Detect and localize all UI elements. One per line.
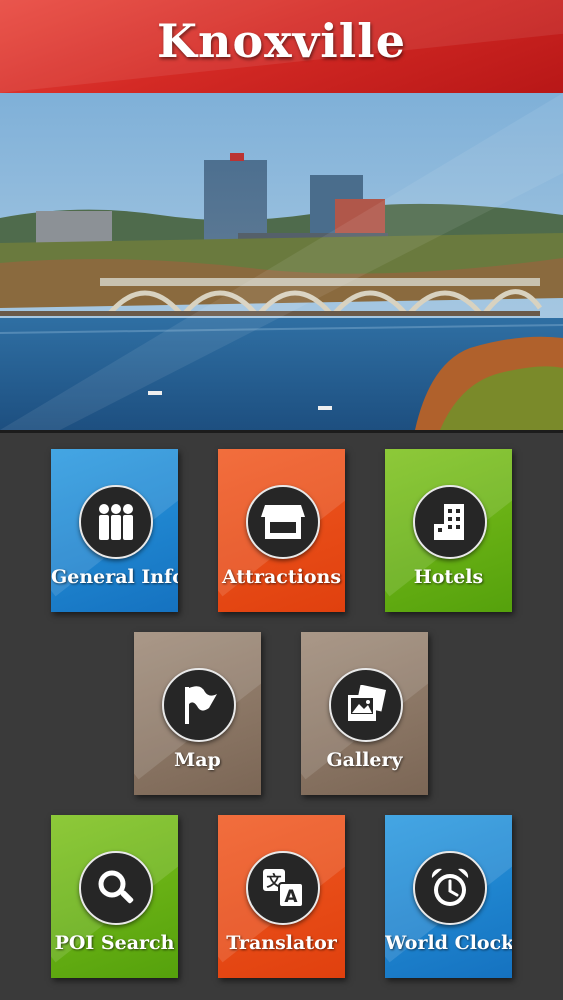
magnifier-icon [79, 851, 153, 925]
translator-label: Translator [226, 932, 337, 954]
storefront-icon [246, 485, 320, 559]
hotels-button[interactable]: Hotels [385, 449, 512, 612]
gallery-button[interactable]: Gallery [301, 632, 428, 795]
map-label: Map [174, 749, 221, 771]
map-button[interactable]: Map [134, 632, 261, 795]
translator-button[interactable]: 文 A Translator [218, 815, 345, 978]
city-skyline-image [0, 93, 563, 430]
hotels-label: Hotels [413, 566, 484, 588]
poi-search-button[interactable]: POI Search [51, 815, 178, 978]
gallery-label: Gallery [326, 749, 403, 771]
alarm-clock-icon [413, 851, 487, 925]
world-clock-button[interactable]: World Clock [385, 815, 512, 978]
hotel-building-icon [413, 485, 487, 559]
flag-icon [162, 668, 236, 742]
general-info-label: General Info [51, 566, 178, 588]
people-icon [79, 485, 153, 559]
general-info-button[interactable]: General Info [51, 449, 178, 612]
photos-icon [329, 668, 403, 742]
world-clock-label: World Clock [385, 932, 512, 954]
poi-search-label: POI Search [54, 932, 175, 954]
attractions-button[interactable]: Attractions [218, 449, 345, 612]
svg-text:A: A [284, 887, 298, 907]
translate-icon: 文 A [246, 851, 320, 925]
menu-grid: General Info Attractions Hotels Map Gall… [0, 430, 563, 1000]
city-photo [0, 93, 563, 433]
attractions-label: Attractions [221, 566, 342, 588]
app-title: Knoxville [157, 14, 406, 68]
app-header: Knoxville [0, 0, 563, 93]
